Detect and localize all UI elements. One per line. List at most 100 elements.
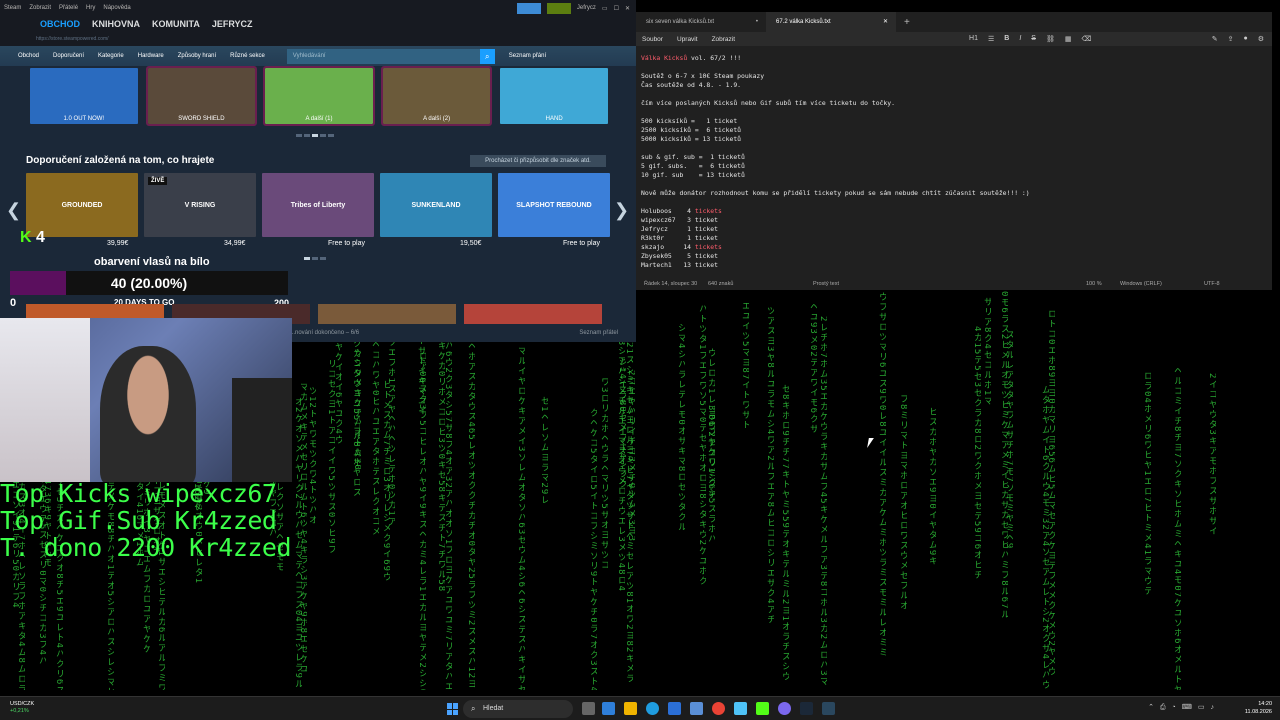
wishlist-link[interactable]: Seznam přání [509,53,546,59]
store-icon[interactable] [668,702,681,715]
italic-icon[interactable]: I [1019,35,1021,43]
notepad-tab-active[interactable]: 67.2 válka Kicksů.txt ✕ [766,12,896,32]
settings-icon[interactable]: ⚙ [1258,35,1264,43]
featured-tile[interactable]: SWORD SHIELD [145,66,258,126]
link-icon[interactable]: ⛓ [1046,35,1055,43]
menu-view[interactable]: Zobrazit [712,36,735,43]
steam-menu-help[interactable]: Nápověda [103,5,130,11]
widgets-icon[interactable] [602,702,615,715]
minimize-icon[interactable]: ▭ [602,5,608,12]
file-explorer-icon[interactable] [624,702,637,715]
strikethrough-icon[interactable]: S [1031,35,1036,43]
friends-list-button[interactable]: Seznam přátel [579,330,618,336]
matrix-column: ヒスカホヤカソエ9ヨ0イヤタム9キ [927,407,936,567]
game-price: Free to play [328,240,365,247]
matrix-column: 4カ15テ5セ3セクラカ8ロ2ワクホメヨセテ59コ6オヒチ [972,326,981,581]
clear-format-icon[interactable]: ⌫ [1081,35,1091,43]
game-price: 39,99€ [107,240,129,247]
featured-tile[interactable]: A další (2) [380,66,493,126]
game-tile[interactable]: GROUNDED [26,173,138,237]
featured-tile[interactable]: 1.0 OUT NOW! [30,68,138,124]
steam-menu-view[interactable]: Zobrazit [29,5,51,11]
download-status: ...nování dokončeno – 6/6 [290,330,360,336]
notepad-tab[interactable]: six seven válka Kicksů.txt • [636,12,766,32]
steam-menu-friends[interactable]: Přátelé [59,5,78,11]
kick-app-icon[interactable] [756,702,769,715]
store-menu-categories[interactable]: Kategorie [98,53,124,59]
matrix-column: サリア8ク4セコルホ1マ [982,297,991,407]
maximize-icon[interactable]: ☐ [614,5,619,12]
store-menu-play-modes[interactable]: Způsoby hraní [178,53,216,59]
store-menu-special[interactable]: Různé sekce [230,53,265,59]
nav-community[interactable]: KOMUNITA [152,19,200,29]
market-widget[interactable]: USD/CZK +0,21% [10,701,34,715]
user-menu[interactable]: Jefrycz [577,5,596,11]
notepad-app-icon[interactable] [734,702,747,715]
matrix-column: セ8キホロ9チチ77キトヤミ559テオキテルミル2ヨ1オラチスシウ [780,384,789,682]
text-line: Martech1 13 ticket [641,261,718,269]
store-menu-store[interactable]: Obchod [18,53,39,59]
recommended-games: GROUNDED ŽIVĚ V RISING Tribes of Liberty… [26,173,610,237]
text-line: 5 gif. subs. = 6 ticketů [641,162,745,170]
nav-store[interactable]: OBCHOD [40,19,80,29]
stream-stats-overlay: Top Kicks wipexcz67 Top Gif.Sub Kr4zzed … [0,480,292,561]
search-icon[interactable]: ⌕ [479,48,495,64]
copilot-icon[interactable]: ✎ [1212,35,1218,43]
game-title: V RISING [184,201,216,209]
game-tile[interactable]: ŽIVĚ V RISING [144,173,256,237]
game-tile[interactable]: Tribes of Liberty [262,173,374,237]
matrix-column: クヘケコ5タイロ5イトコフシミソリ9トヤケチ0ラ7オク3スト4 [588,408,597,690]
system-tray[interactable]: ⌃⎙◔⌨▭♪ [1148,703,1220,712]
messenger-icon[interactable] [778,702,791,715]
matrix-column: セ1ヘレソムヨラマ29レ [539,396,548,506]
notifications-button[interactable] [546,2,571,14]
nav-library[interactable]: KNIHOVNA [92,19,140,29]
menu-file[interactable]: Soubor [642,36,663,43]
steam-menu-games[interactable]: Hry [86,5,95,11]
time: 14:20 [1258,701,1272,707]
close-tab-icon[interactable]: ✕ [883,12,888,32]
promo-tile[interactable] [464,304,602,324]
bold-icon[interactable]: B [1004,35,1009,43]
store-menu-bar: Obchod Doporučení Kategorie Hardware Způ… [0,46,636,66]
nav-profile[interactable]: JEFRYCZ [212,19,253,29]
heading-dropdown[interactable]: H1 [969,35,978,43]
account-icon[interactable]: ● [1243,35,1247,43]
game-tile[interactable]: SLAPSHOT REBOUND [498,173,610,237]
matrix-column: ヘユ93メ02テアワイモ6クサ [808,302,817,435]
store-menu-hardware[interactable]: Hardware [138,53,164,59]
broadcast-button[interactable] [516,2,541,14]
carousel-prev-icon[interactable]: ❮ [6,200,21,221]
start-icon[interactable] [447,703,459,715]
new-tab-icon[interactable]: + [896,17,910,28]
clock[interactable]: 14:20 11.08.2026 [1245,700,1272,716]
steam-app-icon-2[interactable] [822,702,835,715]
outlook-icon[interactable] [690,702,703,715]
table-icon[interactable]: ▦ [1065,35,1072,43]
browse-tags-button[interactable]: Procházet či přizpůsobit dle značek atd. [470,155,606,167]
carousel-next-icon[interactable]: ❯ [614,200,629,221]
store-menu-recommended[interactable]: Doporučení [53,53,84,59]
edge-icon[interactable] [646,702,659,715]
close-tab-icon[interactable]: • [756,12,758,32]
steam-menu-steam[interactable]: Steam [4,5,21,11]
promo-tile[interactable] [318,304,456,324]
list-icon[interactable]: ☰ [988,35,994,43]
task-view-icon[interactable] [582,702,595,715]
matrix-column: リコセクヨ1トアコイイワ5ツサス0ソヒ9フ [326,359,335,555]
chrome-icon[interactable] [712,702,725,715]
game-tile[interactable]: SUNKENLAND [380,173,492,237]
taskbar-search[interactable]: ⌕ Hledat [463,700,573,718]
store-search-input[interactable]: Vyhledávání ⌕ [286,48,495,64]
tile-label: SWORD SHIELD [178,116,225,122]
close-icon[interactable]: ✕ [625,5,630,12]
notepad-tabs: six seven válka Kicksů.txt • 67.2 válka K… [636,12,1272,32]
steam-app-icon[interactable] [800,702,813,715]
featured-tile[interactable]: HAND [500,68,608,124]
menu-edit[interactable]: Upravit [677,36,698,43]
text-line: 2500 kicksíků = 6 ticketů [641,126,742,134]
featured-tile[interactable]: A další (1) [263,66,375,126]
share-icon[interactable]: ⇪ [1228,35,1234,43]
zoom-level: 100 % [1086,281,1102,287]
notepad-text-area[interactable]: Válka Kicksů vol. 67/2 !!! Soutěž o 6-7 … [641,54,1261,272]
